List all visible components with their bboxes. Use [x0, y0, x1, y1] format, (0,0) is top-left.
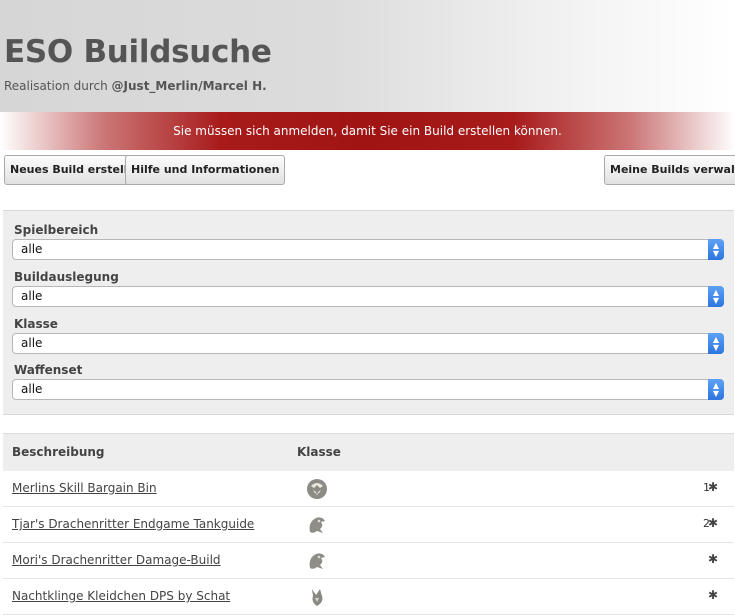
updown-arrows-icon: ▲ ▼: [708, 239, 724, 260]
select-value: alle: [21, 289, 43, 303]
help-button[interactable]: Hilfe und Informationen: [125, 155, 286, 185]
select-value: alle: [21, 382, 43, 396]
filter-label-klasse: Klasse: [14, 317, 58, 331]
column-header-beschreibung: Beschreibung: [12, 445, 105, 459]
warden-icon: [307, 479, 327, 499]
select-value: alle: [21, 336, 43, 350]
column-header-klasse: Klasse: [297, 445, 341, 459]
subtitle-prefix: Realisation durch: [4, 79, 108, 93]
page-header: ESO Buildsuche Realisation durch @Just_M…: [0, 0, 735, 112]
my-builds-button[interactable]: Meine Builds verwalten: [604, 155, 735, 185]
select-waffenset[interactable]: alle ▲ ▼: [12, 379, 724, 400]
build-link[interactable]: Mori's Drachenritter Damage-Build: [12, 553, 221, 567]
updown-arrows-icon: ▲ ▼: [708, 286, 724, 307]
gear-icon[interactable]: ✱: [708, 516, 718, 530]
login-alert: Sie müssen sich anmelden, damit Sie ein …: [0, 112, 735, 150]
table-row: Merlins Skill Bargain Bin 1 ✱: [3, 471, 734, 507]
updown-arrows-icon: ▲ ▼: [708, 333, 724, 354]
gear-icon[interactable]: ✱: [708, 588, 718, 602]
filter-label-waffenset: Waffenset: [14, 363, 83, 377]
gear-icon[interactable]: ✱: [708, 552, 718, 566]
filter-label-buildauslegung: Buildauslegung: [14, 270, 119, 284]
build-link[interactable]: Nachtklinge Kleidchen DPS by Schat: [12, 589, 230, 603]
table-row: Nachtklinge Kleidchen DPS by Schat ✱: [3, 579, 734, 615]
filter-panel: Spielbereich alle ▲ ▼ Buildauslegung alle…: [3, 210, 734, 415]
filter-label-spielbereich: Spielbereich: [14, 223, 99, 237]
gear-icon[interactable]: ✱: [708, 480, 718, 494]
table-header: Beschreibung Klasse: [3, 433, 734, 472]
dragonknight-icon: [309, 517, 325, 533]
nightblade-icon: [312, 589, 323, 606]
page-subtitle: Realisation durch @Just_Merlin/Marcel H.: [4, 79, 267, 93]
select-spielbereich[interactable]: alle ▲ ▼: [12, 239, 724, 260]
updown-arrows-icon: ▲ ▼: [708, 379, 724, 400]
table-row: Tjar's Drachenritter Endgame Tankguide 2…: [3, 507, 734, 543]
select-value: alle: [21, 242, 43, 256]
dragonknight-icon: [309, 553, 325, 569]
build-link[interactable]: Tjar's Drachenritter Endgame Tankguide: [12, 517, 254, 531]
subtitle-author: @Just_Merlin/Marcel H.: [111, 79, 267, 93]
page-title: ESO Buildsuche: [4, 34, 272, 70]
table-row: Mori's Drachenritter Damage-Build ✱: [3, 543, 734, 579]
select-klasse[interactable]: alle ▲ ▼: [12, 333, 724, 354]
build-link[interactable]: Merlins Skill Bargain Bin: [12, 481, 157, 495]
select-buildauslegung[interactable]: alle ▲ ▼: [12, 286, 724, 307]
